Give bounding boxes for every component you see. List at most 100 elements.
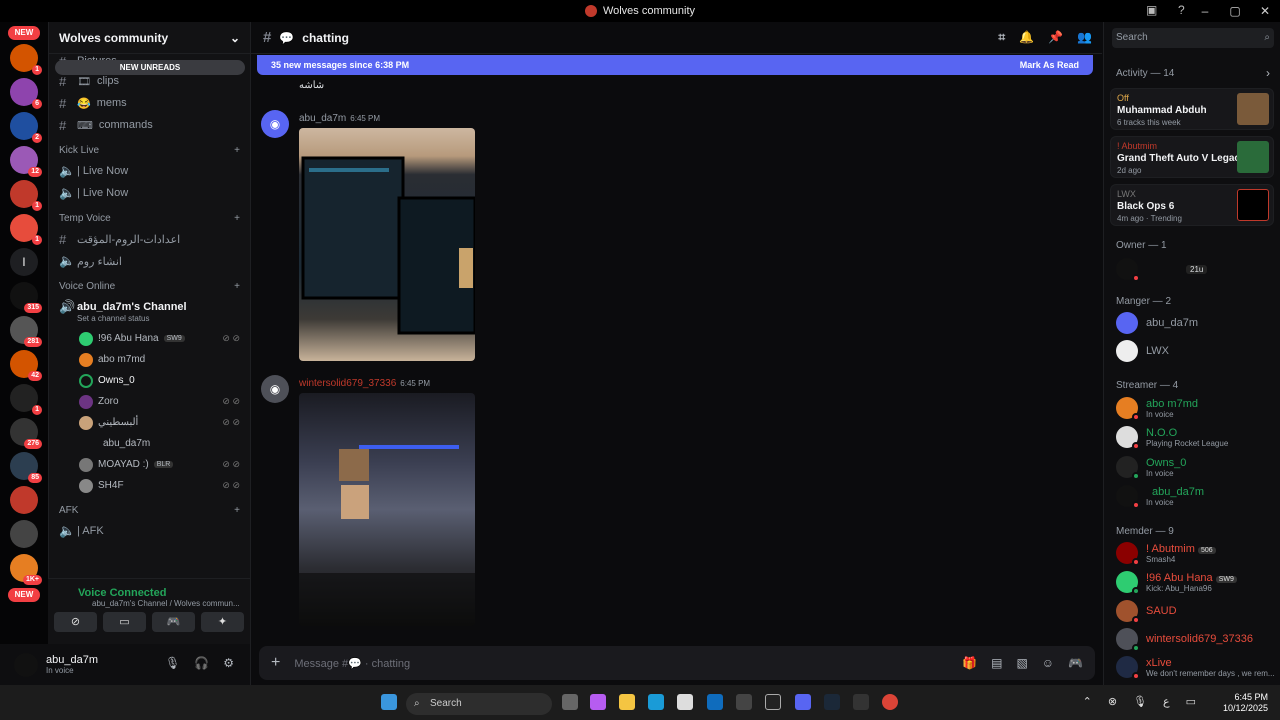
store-icon[interactable] — [677, 694, 693, 710]
category-afk[interactable]: AFK + — [49, 496, 250, 520]
channel-item[interactable]: # اعدادات-الروم-المؤقت — [49, 228, 250, 250]
inbox-icon[interactable]: ▣ — [1146, 3, 1157, 17]
clock[interactable]: 6:45 PM 10/12/2025 — [1223, 692, 1268, 714]
server-icon[interactable]: 1 — [10, 384, 42, 415]
server-icon[interactable]: 1 — [10, 214, 42, 245]
help-icon[interactable]: ? — [1178, 3, 1185, 17]
server-icon[interactable]: 6 — [10, 78, 42, 109]
voice-user[interactable]: ألبسطيني ⊘ ⊘ — [49, 412, 250, 433]
voice-channel-item[interactable]: 🔈 | Live Now — [49, 160, 250, 182]
guild-header[interactable]: Wolves community ⌄ — [49, 22, 250, 54]
screen-share-button[interactable]: ▭ — [103, 612, 146, 632]
server-icon[interactable]: 1 — [10, 44, 42, 75]
activity-button[interactable]: 🎮 — [152, 612, 195, 632]
camera-off-button[interactable]: ⊘ — [54, 612, 97, 632]
chevron-up-icon[interactable]: ⌃ — [1083, 695, 1092, 708]
member-item[interactable]: !96 Abu Hana SW9 Kick: Abu_Hana96 — [1116, 571, 1237, 595]
category-voice-online[interactable]: Voice Online + — [49, 272, 250, 296]
close-button[interactable]: ✕ — [1250, 4, 1280, 18]
apps-icon[interactable]: 🎮 — [1068, 656, 1083, 670]
wifi-icon[interactable]: ▭ — [1186, 695, 1196, 708]
voice-location[interactable]: abu_da7m's Channel / Wolves commun... — [48, 599, 250, 608]
server-icon[interactable]: 1 — [10, 180, 42, 211]
discord-avatar-icon[interactable]: ◉ — [261, 110, 289, 138]
voice-user[interactable]: abu_da7m — [49, 433, 250, 454]
pin-icon[interactable]: 📌 — [1048, 30, 1063, 45]
network-icon[interactable]: ⊗ — [1108, 695, 1117, 708]
member-item[interactable]: LWX — [1116, 340, 1169, 362]
server-icon[interactable]: 276 — [10, 418, 42, 449]
voice-channel-item[interactable]: 🔈 | AFK — [49, 520, 250, 542]
new-pill[interactable]: NEW — [8, 26, 40, 40]
avatar[interactable] — [14, 652, 38, 677]
app-icon[interactable] — [736, 694, 752, 710]
member-item[interactable]: SAUD — [1116, 600, 1177, 624]
gift-icon[interactable]: 🎁 — [962, 656, 977, 670]
server-icon[interactable]: 12 — [10, 146, 42, 177]
channel-item-commands[interactable]: # ⌨ commands — [49, 114, 250, 136]
threads-icon[interactable]: ⌗ — [998, 30, 1005, 45]
voice-user[interactable]: MOAYAD :) BLR ⊘ ⊘ — [49, 454, 250, 475]
edge-icon[interactable] — [648, 694, 664, 710]
mic-icon[interactable]: 🎙 — [1133, 695, 1147, 708]
member-item[interactable]: wintersolid679_37336 — [1116, 628, 1253, 652]
chrome-icon[interactable] — [882, 694, 898, 710]
category-temp-voice[interactable]: Temp Voice + — [49, 204, 250, 228]
voice-user[interactable]: abo m7md — [49, 349, 250, 370]
server-icon[interactable]: 42 — [10, 350, 42, 381]
plus-icon[interactable]: + — [271, 654, 280, 672]
voice-user[interactable]: SH4F ⊘ ⊘ — [49, 475, 250, 496]
channel-status[interactable]: Set a channel status — [49, 314, 250, 328]
steam-icon[interactable] — [824, 694, 840, 710]
category-kick-live[interactable]: Kick Live + — [49, 136, 250, 160]
member-item[interactable]: 21u — [1116, 258, 1208, 282]
activity-card[interactable]: LWX Black Ops 6 4m ago · Trending — [1110, 184, 1274, 226]
new-pill-bottom[interactable]: NEW — [8, 588, 40, 602]
image-attachment[interactable] — [299, 128, 475, 361]
server-icon[interactable]: 1K+ — [10, 554, 42, 585]
message-author[interactable]: wintersolid679_37336 — [299, 378, 396, 389]
members-icon[interactable]: 👥 — [1077, 30, 1092, 45]
voice-user[interactable]: Zoro ⊘ ⊘ — [49, 391, 250, 412]
emoji-icon[interactable]: ☺ — [1042, 656, 1054, 670]
activity-card[interactable]: Off Muhammad Abduh 6 tracks this week — [1110, 88, 1274, 130]
bell-icon[interactable]: 🔔 — [1019, 30, 1034, 45]
maximize-button[interactable]: ▢ — [1220, 4, 1250, 18]
plus-icon[interactable]: + — [234, 505, 240, 516]
channel-item-mems[interactable]: # 😂 mems — [49, 92, 250, 114]
image-attachment[interactable] — [299, 393, 475, 626]
plus-icon[interactable]: + — [234, 281, 240, 292]
mic-icon[interactable]: 🎙 — [165, 656, 180, 670]
message-author[interactable]: abu_da7m — [299, 113, 346, 124]
server-icon[interactable] — [10, 486, 38, 514]
task-view-icon[interactable] — [562, 694, 578, 710]
plus-icon[interactable]: + — [234, 145, 240, 156]
app-icon[interactable] — [853, 694, 869, 710]
chevron-right-icon[interactable]: › — [1266, 66, 1270, 80]
gif-icon[interactable]: ▤ — [991, 656, 1002, 670]
gear-icon[interactable]: ⚙ — [223, 656, 234, 670]
taskbar-search[interactable]: ⌕ Search — [406, 693, 552, 715]
new-unreads-pill[interactable]: NEW UNREADS — [55, 60, 245, 75]
language-indicator[interactable]: ع — [1163, 695, 1170, 708]
search-input[interactable]: Search ⌕ — [1112, 28, 1274, 48]
member-item[interactable]: abu_da7m In voice — [1116, 485, 1204, 509]
member-item[interactable]: abu_da7m — [1116, 312, 1198, 334]
discord-avatar-icon[interactable]: ◉ — [261, 375, 289, 403]
member-item[interactable]: xLive We don't remember days , we rem... — [1116, 656, 1275, 680]
activity-card[interactable]: ! Abutmim Grand Theft Auto V Legacy 2d a… — [1110, 136, 1274, 178]
soundboard-button[interactable]: ✦ — [201, 612, 244, 632]
message-input[interactable]: + Message #💬 · chatting 🎁 ▤ ▧ ☺ 🎮 — [259, 646, 1095, 680]
member-item[interactable]: N.O.O Playing Rocket League — [1116, 426, 1228, 450]
headphones-icon[interactable]: 🎧 — [194, 656, 209, 670]
server-icon[interactable]: l — [10, 248, 38, 276]
server-icon[interactable] — [10, 520, 38, 548]
member-item[interactable]: Owns_0 In voice — [1116, 456, 1186, 480]
outlook-icon[interactable] — [707, 694, 723, 710]
member-item[interactable]: abo m7md In voice — [1116, 397, 1198, 421]
mark-as-read-button[interactable]: Mark As Read — [1020, 60, 1079, 70]
windows-start-icon[interactable] — [381, 694, 397, 710]
voice-channel-item[interactable]: 🔈 | Live Now — [49, 182, 250, 204]
sticker-icon[interactable]: ▧ — [1016, 656, 1027, 670]
file-explorer-icon[interactable] — [619, 694, 635, 710]
